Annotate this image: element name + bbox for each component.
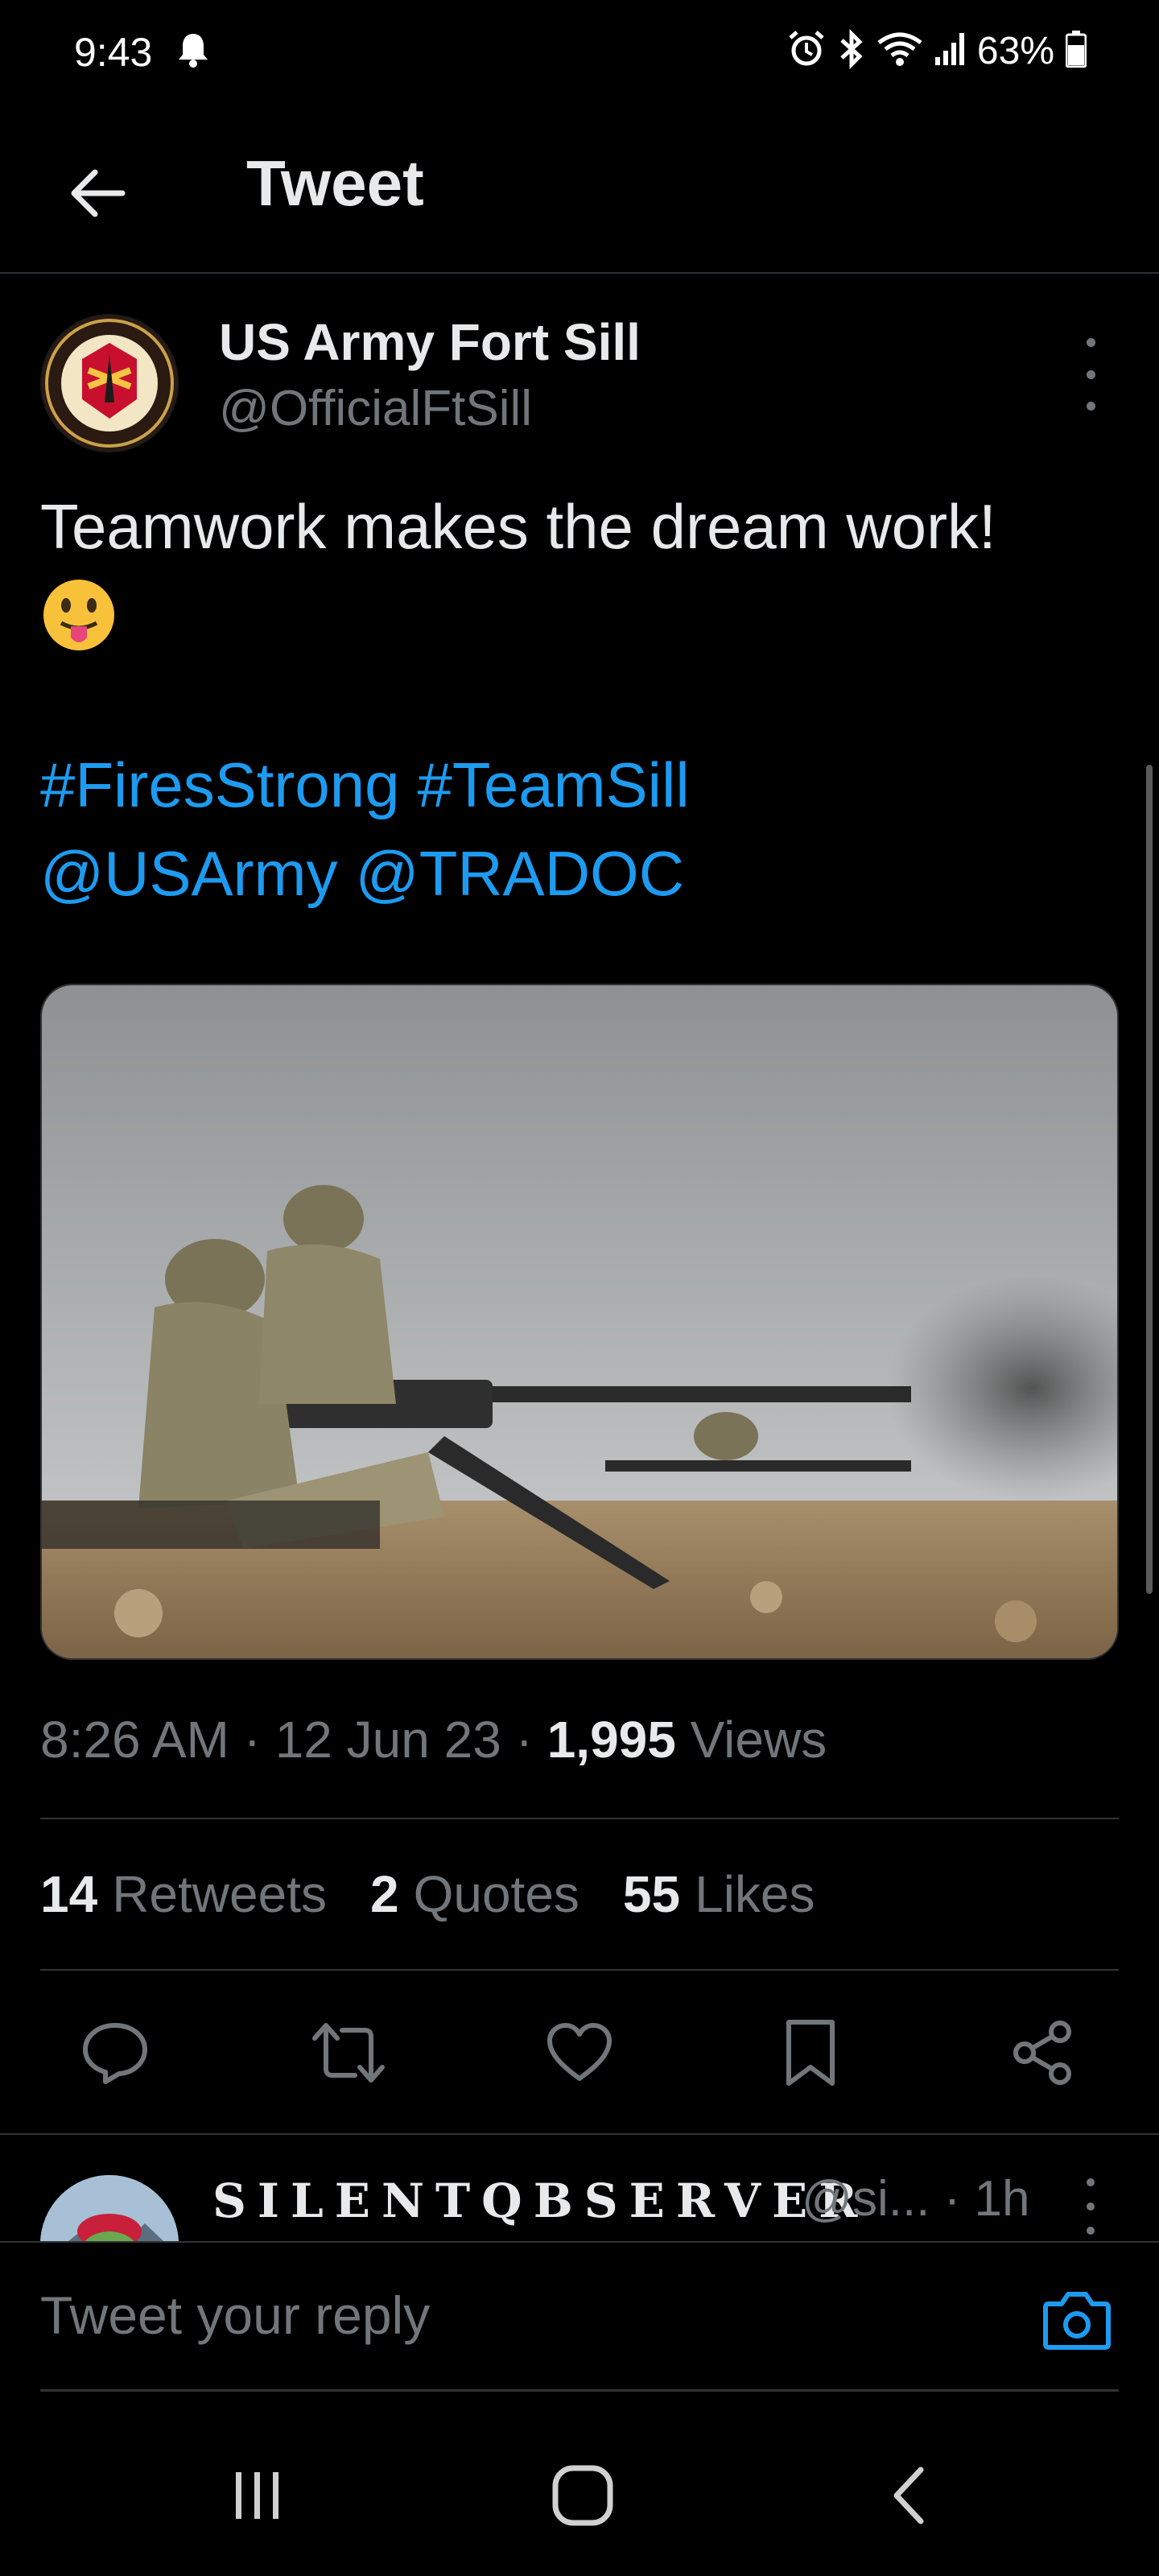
tweet-time: 8:26 AM — [40, 1711, 229, 1769]
page-title: Tweet — [246, 147, 424, 219]
tweet-stats: 14 Retweets 2 Quotes 55 Likes — [40, 1864, 815, 1924]
likes-stat[interactable]: 55 Likes — [623, 1864, 815, 1924]
reply-preview[interactable]: SILENTQBSERVER @si... · 1h — [0, 2136, 1159, 2241]
tweet-meta: 8:26 AM · 12 Jun 23 · 1,995 Views — [40, 1710, 827, 1769]
hashtags-line: #FiresStrong #TeamSill — [40, 749, 707, 822]
divider — [40, 1969, 1119, 1971]
tweet-actions — [0, 2013, 1159, 2093]
mention-link[interactable]: @USArmy — [40, 838, 338, 909]
bookmark-icon[interactable] — [770, 2013, 851, 2093]
reply-input[interactable] — [40, 2275, 990, 2355]
system-nav-bar — [0, 2415, 1159, 2576]
tongue-emoji-icon — [43, 580, 114, 650]
author-handle[interactable]: @OfficialFtSill — [219, 380, 532, 437]
scrollbar[interactable] — [1146, 765, 1153, 1594]
tweet-photo[interactable] — [40, 984, 1119, 1660]
retweets-label: Retweets — [112, 1865, 327, 1923]
author-avatar[interactable] — [40, 314, 179, 452]
bluetooth-icon — [837, 28, 866, 73]
divider — [40, 1818, 1119, 1819]
hashtag-link[interactable]: #FiresStrong — [40, 749, 400, 820]
retweets-count: 14 — [40, 1865, 98, 1923]
signal-icon — [934, 31, 966, 71]
share-icon[interactable] — [1002, 2013, 1083, 2093]
divider — [0, 2133, 1159, 2135]
views-label: Views — [690, 1711, 827, 1769]
reply-author-name[interactable]: SILENTQBSERVER — [212, 2174, 868, 2228]
reply-composer — [0, 2241, 1159, 2394]
mention-link[interactable]: @TRADOC — [356, 838, 685, 909]
bell-icon — [177, 32, 209, 72]
status-bar: 9:43 63% — [0, 0, 1159, 105]
reply-author-handle: @si... · 1h — [802, 2171, 1030, 2227]
battery-percent: 63% — [976, 30, 1054, 72]
hashtag-link[interactable]: #TeamSill — [418, 749, 690, 820]
meta-separator: · — [515, 1711, 533, 1769]
status-icons: 63% — [787, 28, 1087, 73]
quotes-label: Quotes — [413, 1865, 580, 1923]
battery-icon — [1065, 31, 1087, 72]
likes-label: Likes — [695, 1865, 815, 1923]
alarm-icon — [787, 30, 826, 72]
meta-separator: · — [243, 1711, 261, 1769]
views-count: 1,995 — [547, 1711, 676, 1769]
reply-avatar[interactable] — [40, 2175, 179, 2241]
nav-back-icon[interactable] — [861, 2455, 958, 2536]
reply-icon[interactable] — [75, 2013, 155, 2093]
quotes-count: 2 — [369, 1865, 399, 1923]
likes-count: 55 — [622, 1865, 681, 1923]
tweet-text: Teamwork makes the dream work! — [40, 491, 996, 562]
input-underline — [40, 2389, 1119, 2392]
more-options-icon[interactable] — [1079, 2178, 1103, 2235]
back-arrow-icon[interactable] — [56, 153, 137, 233]
wifi-icon — [877, 31, 922, 71]
mentions-line: @USArmy @TRADOC — [40, 837, 702, 910]
retweets-stat[interactable]: 14 Retweets — [40, 1864, 327, 1924]
status-time: 9:43 — [74, 30, 153, 75]
like-icon[interactable] — [539, 2013, 620, 2093]
camera-icon[interactable] — [1038, 2281, 1116, 2359]
quotes-stat[interactable]: 2 Quotes — [370, 1864, 580, 1924]
author-name[interactable]: US Army Fort Sill — [219, 312, 641, 372]
app-header: Tweet — [0, 121, 1159, 274]
retweet-icon[interactable] — [308, 2013, 389, 2093]
home-icon[interactable] — [534, 2455, 631, 2536]
recent-apps-icon[interactable] — [209, 2455, 306, 2536]
more-options-icon[interactable] — [1070, 338, 1111, 411]
tweet-date: 12 Jun 23 — [274, 1711, 501, 1769]
